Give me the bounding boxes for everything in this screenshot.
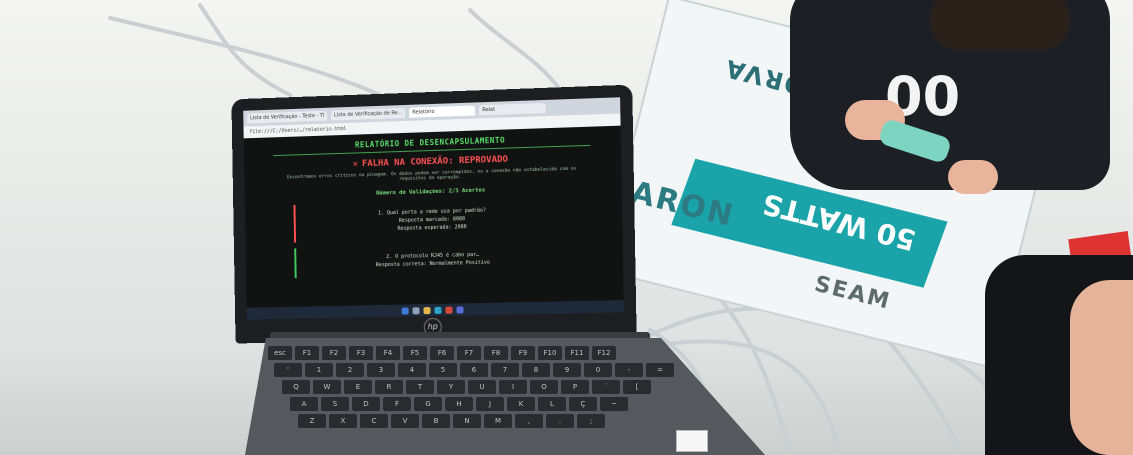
box-brand-seam: SEAM [811,271,894,315]
foreground-arm [1070,280,1133,455]
keyboard-row: Q W E R T Y U I O P ´[ [282,380,728,394]
question-block-wrong: 1. Qual porta a rede usa por padrão? Res… [293,197,572,243]
keyboard-key[interactable]: ; [577,414,605,428]
search-icon[interactable] [412,306,420,314]
keyboard-key[interactable]: F [383,397,411,411]
browser-tab[interactable]: Lista de Verificação - Teste - TI [247,110,328,124]
keyboard-key[interactable]: F11 [565,346,589,360]
keyboard-key[interactable]: T [406,380,434,394]
browser-tab[interactable]: Relat [479,102,547,116]
keyboard-key[interactable]: F2 [322,346,346,360]
keyboard-key[interactable]: 1 [305,363,333,377]
keyboard-key[interactable]: , [515,414,543,428]
keyboard-key[interactable]: 2 [336,363,364,377]
keyboard-key[interactable]: F5 [403,346,427,360]
keyboard-key[interactable]: A [290,397,318,411]
keyboard-key[interactable]: M [484,414,512,428]
keyboard-key[interactable]: Z [298,414,326,428]
person-hand-right [948,160,998,194]
keyboard-key[interactable]: S [321,397,349,411]
keyboard-key[interactable]: V [391,414,419,428]
report-page: RELATÓRIO DE DESENCAPSULAMENTO ✕ FALHA NA… [243,125,624,316]
keyboard-key[interactable]: G [414,397,442,411]
person-background: 00 [790,0,1110,190]
keyboard-key[interactable]: - [615,363,643,377]
keyboard-key[interactable]: 5 [429,363,457,377]
keyboard-key[interactable]: = [646,363,674,377]
files-icon[interactable] [423,306,431,314]
keyboard-key[interactable]: E [344,380,372,394]
laptop-lid: Lista de Verificação - Teste - TI Lista … [231,84,637,344]
keyboard-key[interactable]: I [499,380,527,394]
keyboard-key[interactable]: F6 [430,346,454,360]
keyboard-key[interactable]: B [422,414,450,428]
keyboard-key[interactable]: Ç [569,397,597,411]
chrome-icon[interactable] [445,306,453,314]
edge-icon[interactable] [434,306,442,314]
keyboard-key[interactable]: P [561,380,589,394]
laptop-screen: Lista de Verificação - Teste - TI Lista … [243,97,624,320]
keyboard-key[interactable]: 9 [553,363,581,377]
keyboard-key[interactable]: F10 [538,346,562,360]
keyboard-key[interactable]: ~ [600,397,628,411]
keyboard-key[interactable]: L [538,397,566,411]
keyboard-key[interactable]: D [352,397,380,411]
keyboard-key[interactable]: . [546,414,574,428]
keyboard-key[interactable]: O [530,380,558,394]
question-block-correct: 2. O protocolo RJ45 é cabo par… Resposta… [294,241,572,279]
keyboard-key[interactable]: F7 [457,346,481,360]
close-x-icon: ✕ [352,159,359,170]
laptop-keyboard: esc F1 F2 F3 F4 F5 F6 F7 F8 F9 F10 F11 F12 ' 1 2 3 4 5 6 7 8 9… [268,346,728,454]
keyboard-row: ' 1 2 3 4 5 6 7 8 9 0- = [274,363,728,377]
keyboard-row: Z X C V B N M,.; [298,414,728,428]
keyboard-key[interactable]: ' [274,363,302,377]
keyboard-key[interactable]: Y [437,380,465,394]
keyboard-key[interactable]: F1 [295,346,319,360]
keyboard-key[interactable]: [ [623,380,651,394]
store-icon[interactable] [456,305,464,314]
keyboard-key[interactable]: 8 [522,363,550,377]
keyboard-key[interactable]: 7 [491,363,519,377]
keyboard-key[interactable]: U [468,380,496,394]
person-hair [930,0,1070,50]
keyboard-key[interactable]: esc [268,346,292,360]
keyboard-row: A S D F G H J K L Ç ~ [290,397,728,411]
keyboard-key[interactable]: 0 [584,363,612,377]
keyboard-key[interactable]: ´ [592,380,620,394]
keyboard-key[interactable]: N [453,414,481,428]
keyboard-key[interactable]: K [507,397,535,411]
windows-icon[interactable] [401,306,409,315]
keyboard-key[interactable]: F12 [592,346,616,360]
keyboard-key[interactable]: H [445,397,473,411]
keyboard-key[interactable]: 6 [460,363,488,377]
keyboard-key[interactable]: Q [282,380,310,394]
keyboard-key[interactable]: X [329,414,357,428]
keyboard-key[interactable]: R [375,380,403,394]
keyboard-key[interactable]: F8 [484,346,508,360]
keyboard-key[interactable]: C [360,414,388,428]
browser-tab-active[interactable]: Relatório [409,105,476,118]
keyboard-key[interactable]: 4 [398,363,426,377]
photo-scene: NORVA ARON SEAM 50 WATTS 00 Lista de Ver… [0,0,1133,455]
keyboard-key[interactable]: 3 [367,363,395,377]
laptop-sticker [676,430,708,452]
keyboard-key[interactable]: W [313,380,341,394]
keyboard-row: esc F1 F2 F3 F4 F5 F6 F7 F8 F9 F10 F11 F12 [268,346,728,360]
keyboard-key[interactable]: F4 [376,346,400,360]
browser-tab[interactable]: Lista de Verificação de Re... [331,107,406,121]
keyboard-key[interactable]: F9 [511,346,535,360]
report-status-text: FALHA NA CONEXÃO: REPROVADO [361,154,509,170]
keyboard-key[interactable]: J [476,397,504,411]
keyboard-key[interactable]: F3 [349,346,373,360]
